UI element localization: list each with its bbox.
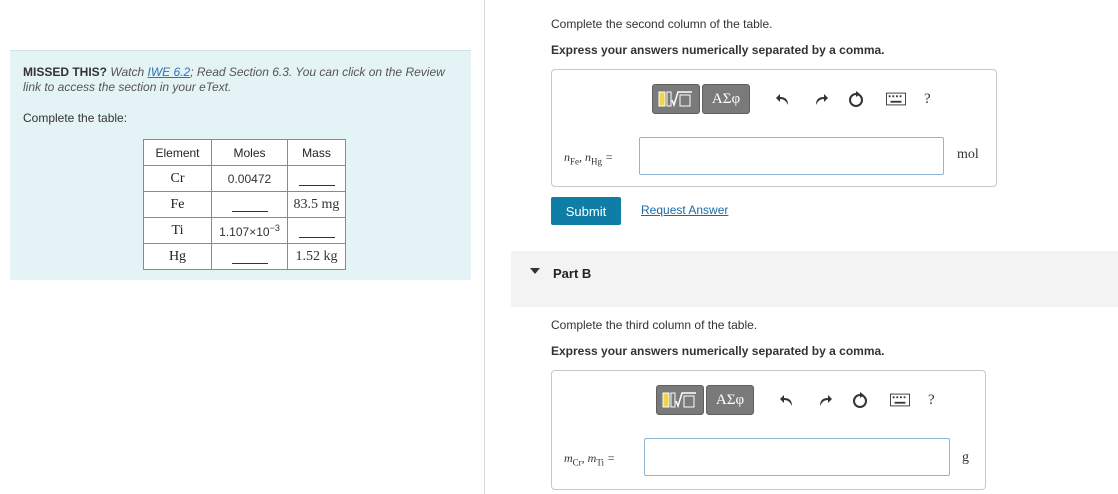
table-row: Ti 1.107×10−3 (143, 217, 346, 244)
keyboard-icon[interactable] (890, 390, 910, 410)
moles-cell-blank (211, 243, 288, 270)
greek-symbols-button[interactable]: ΑΣφ (702, 84, 750, 114)
info-panel: MISSED THIS? Watch IWE 6.2; Read Section… (10, 50, 471, 280)
table-row: Hg 1.52 kg (143, 243, 346, 270)
mass-cell-blank (287, 217, 346, 244)
partA-answer-box: ΑΣφ ? nFe, nHg = mol (551, 69, 997, 187)
partB-answer-input[interactable] (644, 438, 950, 476)
partB-unit: g (962, 450, 969, 465)
missed-prefix: MISSED THIS? (23, 65, 108, 79)
templates-icon (658, 91, 692, 108)
iwe-link[interactable]: IWE 6.2 (148, 65, 191, 79)
request-answer-link[interactable]: Request Answer (641, 203, 728, 217)
missed-this-note: MISSED THIS? Watch IWE 6.2; Read Section… (23, 65, 453, 95)
partB-instruction: Complete the third column of the table. (551, 318, 758, 332)
partB-header[interactable]: Part B (511, 251, 1118, 307)
help-button[interactable]: ? (924, 91, 931, 108)
moles-cell: 1.107×10−3 (211, 217, 288, 244)
partA-format: Express your answers numerically separat… (551, 43, 885, 57)
undo-icon[interactable] (774, 89, 794, 109)
partA-variable-label: nFe, nHg = (564, 150, 614, 167)
partB-format: Express your answers numerically separat… (551, 344, 885, 358)
greek-symbols-button[interactable]: ΑΣφ (706, 385, 754, 415)
watch-text: Watch (110, 65, 145, 79)
partB-answer-box: ΑΣφ ? mCr, mTi = g (551, 370, 986, 490)
partA-toolbar: ΑΣφ ? (652, 83, 931, 115)
element-cell: Hg (143, 243, 212, 270)
reset-icon[interactable] (846, 89, 866, 109)
moles-base: 1.107×10 (219, 224, 270, 239)
mass-cell: 1.52 kg (287, 243, 346, 270)
header-element: Element (143, 139, 212, 166)
reset-icon[interactable] (850, 390, 870, 410)
templates-button[interactable] (652, 84, 700, 114)
partB-label: Part B (553, 266, 592, 281)
partB-toolbar: ΑΣφ ? (656, 384, 935, 416)
element-cell: Ti (143, 217, 212, 244)
header-moles: Moles (211, 139, 288, 166)
partA-unit: mol (957, 147, 979, 162)
keyboard-icon[interactable] (886, 89, 906, 109)
submit-button[interactable]: Submit (551, 197, 621, 225)
redo-icon[interactable] (814, 390, 834, 410)
templates-icon (662, 392, 696, 409)
element-cell: Fe (143, 191, 212, 218)
undo-icon[interactable] (778, 390, 798, 410)
table-header-row: Element Moles Mass (143, 139, 346, 166)
partB-variable-label: mCr, mTi = (564, 451, 616, 468)
moles-cell-blank (211, 191, 288, 218)
partA-answer-input[interactable] (639, 137, 944, 175)
mass-cell-blank (287, 165, 346, 192)
panel-divider (484, 0, 485, 494)
element-table: Element Moles Mass Cr 0.00472 Fe 83.5 mg… (143, 139, 346, 270)
element-cell: Cr (143, 165, 212, 192)
table-row: Fe 83.5 mg (143, 191, 346, 218)
mass-cell: 83.5 mg (287, 191, 346, 218)
help-button[interactable]: ? (928, 392, 935, 409)
moles-cell: 0.00472 (211, 165, 288, 192)
moles-exponent: −3 (269, 222, 280, 233)
redo-icon[interactable] (810, 89, 830, 109)
table-row: Cr 0.00472 (143, 165, 346, 192)
complete-table-label: Complete the table: (23, 111, 128, 125)
header-mass: Mass (287, 139, 346, 166)
partA-instruction: Complete the second column of the table. (551, 17, 773, 31)
collapse-triangle-icon[interactable] (530, 268, 540, 274)
templates-button[interactable] (656, 385, 704, 415)
